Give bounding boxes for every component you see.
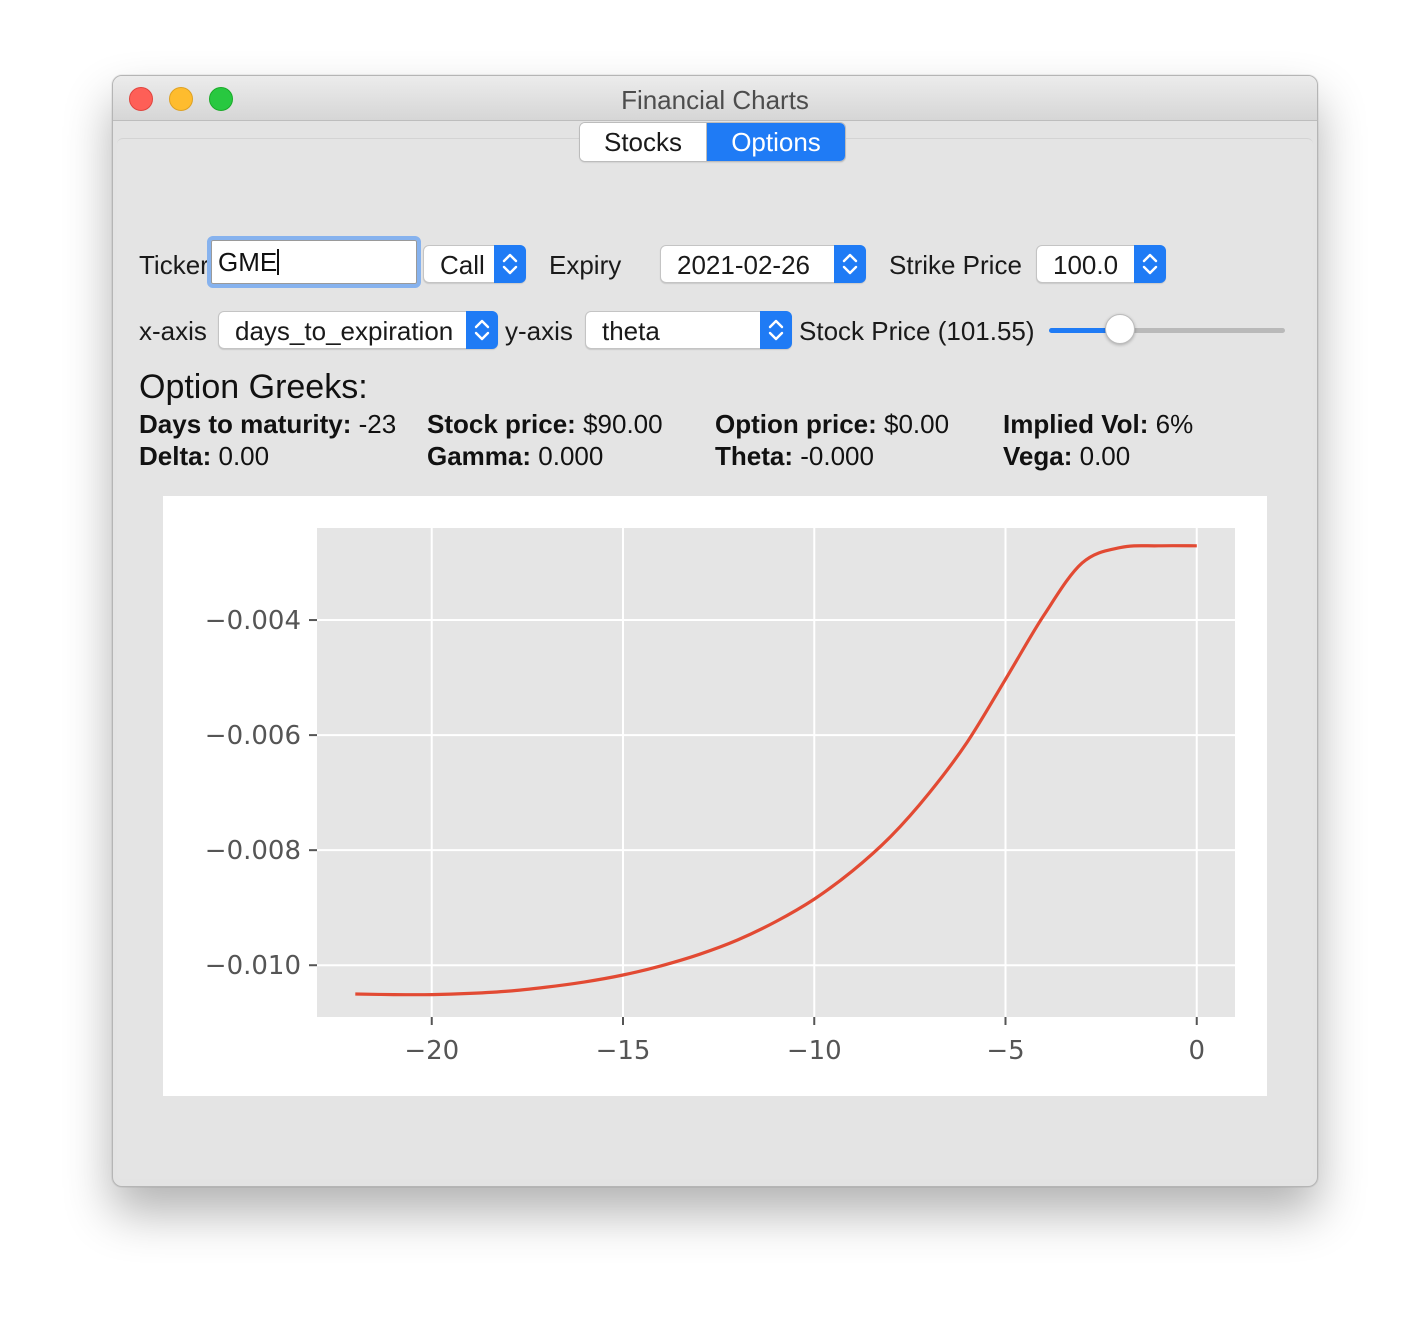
strike-price-value: 100.0 xyxy=(1053,250,1119,280)
vega: Vega: 0.00 xyxy=(1003,441,1130,472)
stock-price: Stock price: $90.00 xyxy=(427,409,663,440)
theta-label: Theta: xyxy=(715,441,793,471)
window-title: Financial Charts xyxy=(621,85,809,115)
strike-price-label: Strike Price xyxy=(889,250,1022,280)
option-price-label: Option price: xyxy=(715,409,877,439)
days-to-maturity-value: -23 xyxy=(358,409,397,439)
theta: Theta: -0.000 xyxy=(715,441,874,472)
days-to-maturity-label: Days to maturity: xyxy=(139,409,352,439)
option-type-value: Call xyxy=(440,250,485,280)
vega-label: Vega: xyxy=(1003,441,1073,471)
x-axis-label: x-axis xyxy=(139,316,207,346)
text-caret xyxy=(277,249,280,275)
strike-price-select[interactable]: 100.0 xyxy=(1036,245,1166,283)
delta-label: Delta: xyxy=(139,441,212,471)
updown-chevron-icon xyxy=(466,311,498,349)
ticker-input[interactable]: GME xyxy=(207,236,421,288)
gamma-value: 0.000 xyxy=(538,441,604,471)
stock-price-slider-thumb[interactable] xyxy=(1104,314,1135,344)
y-axis-value: theta xyxy=(602,316,660,346)
implied-vol: Implied Vol: 6% xyxy=(1003,409,1193,440)
gamma-label: Gamma: xyxy=(427,441,532,471)
stock-price-stat-label: Stock price: xyxy=(427,409,576,439)
updown-chevron-icon xyxy=(494,245,526,283)
ticker-value: GME xyxy=(218,247,278,277)
days-to-maturity: Days to maturity: -23 xyxy=(139,409,396,440)
expiry-label: Expiry xyxy=(549,250,622,280)
stock-price-label: Stock Price (101.55) xyxy=(799,316,1035,346)
vega-value: 0.00 xyxy=(1079,441,1131,471)
implied-vol-value: 6% xyxy=(1155,409,1194,439)
x-axis-select[interactable]: days_to_expiration xyxy=(218,311,498,349)
slider-track[interactable] xyxy=(1123,328,1285,333)
option-price-value: $0.00 xyxy=(884,409,950,439)
y-tick-label: −0.004 xyxy=(205,606,301,636)
y-tick-label: −0.006 xyxy=(205,721,301,751)
tab-options[interactable]: Options xyxy=(707,123,845,161)
x-axis-value: days_to_expiration xyxy=(235,316,454,346)
greeks-title: Option Greeks: xyxy=(139,368,368,406)
option-type-select[interactable]: Call xyxy=(423,245,526,283)
tab-bar: Stocks Options xyxy=(579,122,846,162)
updown-chevron-icon xyxy=(760,311,792,349)
x-tick-label: −20 xyxy=(404,1036,459,1066)
y-tick-label: −0.010 xyxy=(205,951,301,981)
title-bar[interactable]: Financial Charts xyxy=(113,76,1317,121)
app-window: Financial Charts Stocks Options Ticker G… xyxy=(112,75,1318,1187)
theta-value: -0.000 xyxy=(800,441,874,471)
x-tick-label: −10 xyxy=(787,1036,842,1066)
plot-area xyxy=(317,528,1235,1017)
gamma: Gamma: 0.000 xyxy=(427,441,603,472)
expiry-value: 2021-02-26 xyxy=(677,250,810,280)
x-tick-label: 0 xyxy=(1188,1036,1205,1066)
stock-price-stat-value: $90.00 xyxy=(583,409,663,439)
x-tick-label: −5 xyxy=(986,1036,1024,1066)
delta-value: 0.00 xyxy=(218,441,270,471)
y-axis-select[interactable]: theta xyxy=(585,311,792,349)
updown-chevron-icon xyxy=(834,245,866,283)
updown-chevron-icon xyxy=(1134,245,1166,283)
ticker-label: Ticker xyxy=(139,250,209,280)
y-axis-label: y-axis xyxy=(505,316,573,346)
chart-canvas: −20 −15 −10 −5 0 −0.004 −0.006 −0.008 −0.010 xyxy=(163,496,1267,1096)
delta: Delta: 0.00 xyxy=(139,441,269,472)
theta-chart: −20 −15 −10 −5 0 −0.004 −0.006 −0.008 −0.010 xyxy=(205,528,1235,1066)
y-tick-label: −0.008 xyxy=(205,836,301,866)
tab-stocks[interactable]: Stocks xyxy=(580,123,707,161)
x-tick-label: −15 xyxy=(596,1036,651,1066)
implied-vol-label: Implied Vol: xyxy=(1003,409,1149,439)
expiry-select[interactable]: 2021-02-26 xyxy=(660,245,866,283)
option-price: Option price: $0.00 xyxy=(715,409,949,440)
